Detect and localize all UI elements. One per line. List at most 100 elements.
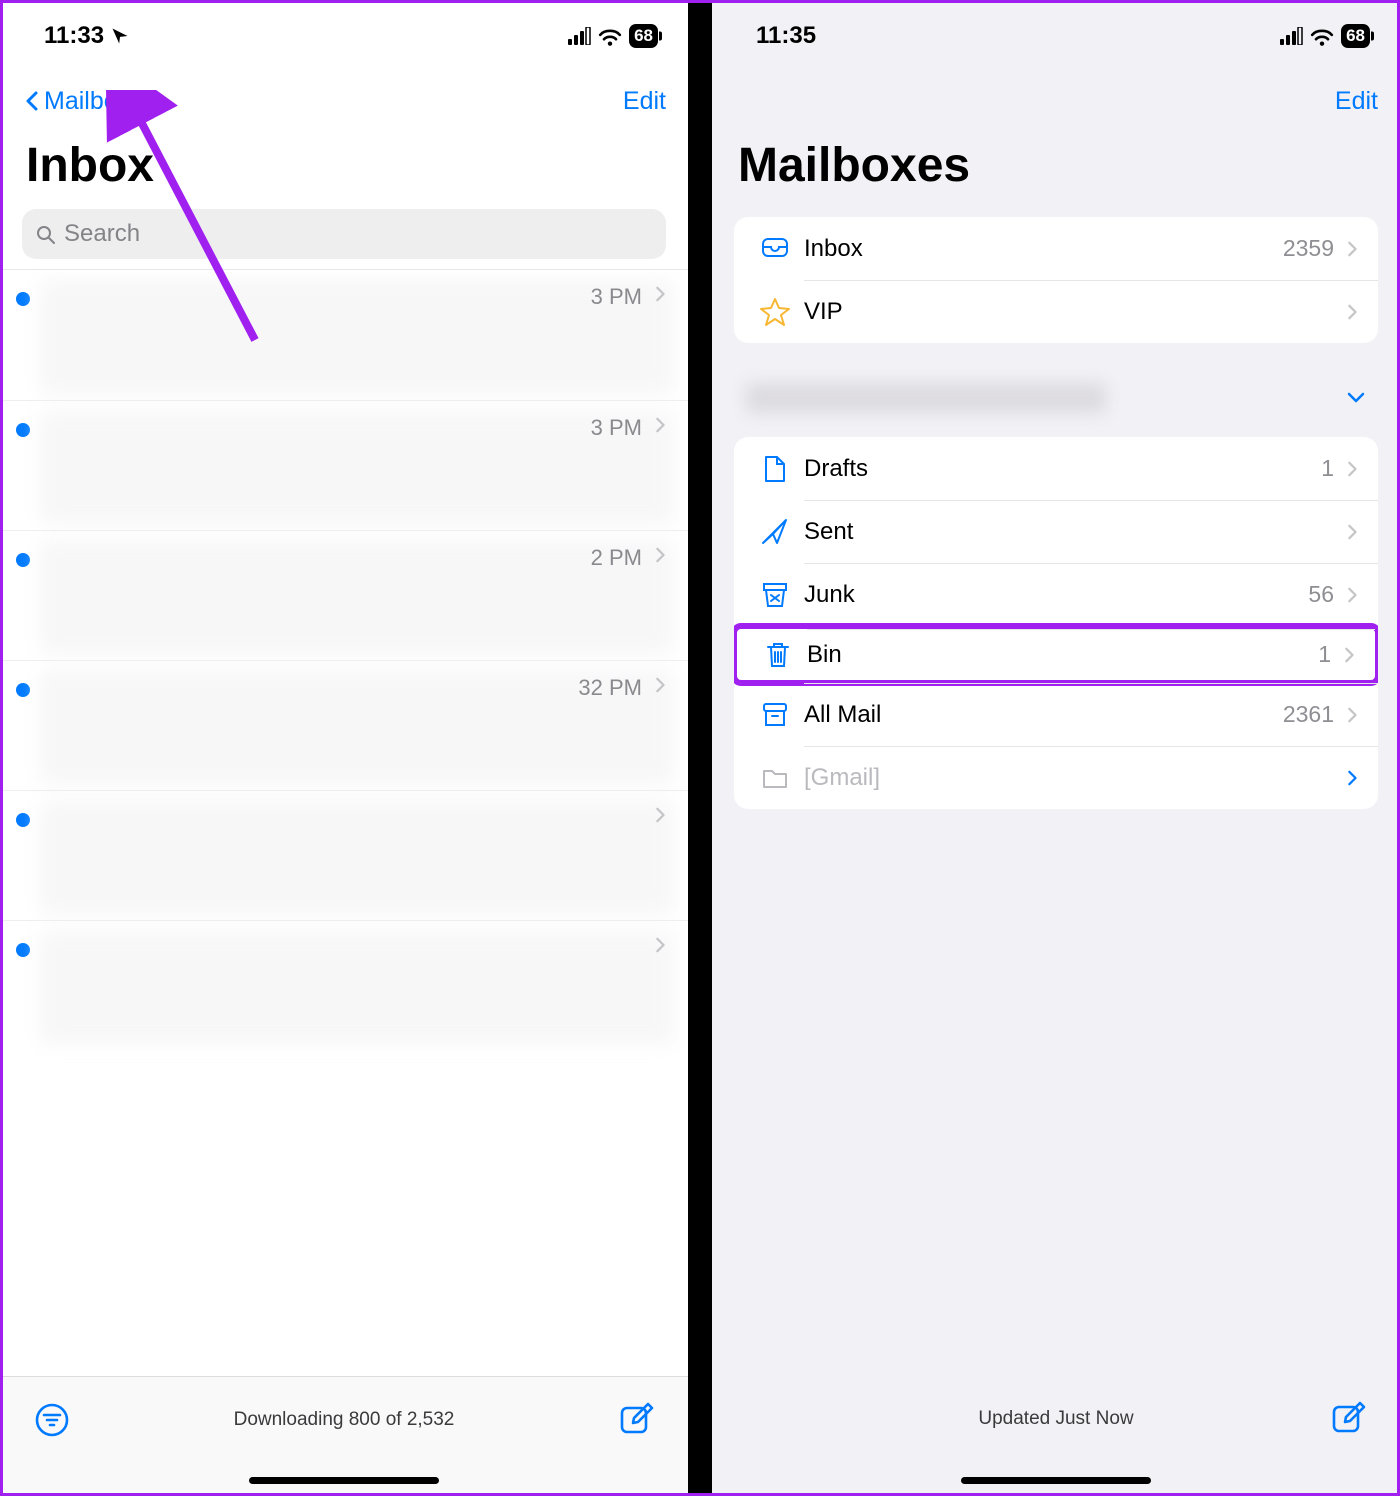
mailbox-label: Inbox — [798, 235, 1283, 263]
inbox-icon — [752, 234, 798, 264]
unread-dot-icon — [16, 292, 30, 306]
mailbox-row-inbox[interactable]: Inbox2359 — [734, 217, 1378, 280]
chevron-right-icon — [652, 675, 668, 695]
mailbox-count: 56 — [1308, 581, 1334, 608]
mailbox-group-top: Inbox2359 VIP — [734, 217, 1378, 343]
mailbox-label: Drafts — [798, 455, 1321, 483]
mailbox-count: 2361 — [1283, 701, 1334, 728]
chevron-right-icon — [652, 805, 668, 825]
account-section-header[interactable] — [746, 381, 1366, 415]
mailbox-label: VIP — [798, 298, 1344, 326]
message-row[interactable]: 2 PM — [0, 530, 688, 660]
unread-dot-icon — [16, 423, 30, 437]
sync-status: Downloading 800 of 2,532 — [74, 1409, 614, 1431]
junk-icon — [752, 580, 798, 610]
chevron-right-icon — [652, 284, 668, 304]
compose-button[interactable] — [1326, 1397, 1370, 1441]
chevron-down-icon — [1346, 388, 1366, 408]
chevron-right-icon — [1344, 459, 1360, 479]
home-indicator[interactable] — [961, 1477, 1151, 1484]
home-indicator[interactable] — [249, 1477, 439, 1484]
filter-button[interactable] — [30, 1398, 74, 1442]
search-icon — [34, 223, 56, 245]
battery-indicator: 68 — [1341, 24, 1370, 48]
message-time: 3 PM — [591, 284, 642, 310]
chevron-right-icon — [1344, 522, 1360, 542]
mailbox-row-sent[interactable]: Sent — [734, 500, 1378, 563]
chevron-right-icon — [1344, 585, 1360, 605]
mailbox-row-junk[interactable]: Junk56 — [734, 563, 1378, 626]
chevron-right-icon — [652, 935, 668, 955]
message-row[interactable] — [0, 920, 688, 1050]
edit-button[interactable]: Edit — [623, 87, 666, 116]
message-redacted — [40, 541, 674, 654]
mailbox-row-vip[interactable]: VIP — [734, 280, 1378, 343]
mailbox-label: All Mail — [798, 701, 1283, 729]
screenshot-divider — [688, 0, 712, 1496]
chevron-right-icon — [1344, 768, 1360, 788]
message-row[interactable]: 3 PM — [0, 270, 688, 400]
star-icon — [752, 297, 798, 327]
edit-button[interactable]: Edit — [1335, 87, 1378, 116]
mailbox-count: 1 — [1321, 455, 1334, 482]
status-bar: 11:33 68 — [0, 0, 688, 72]
status-bar: 11:35 68 — [712, 0, 1400, 72]
trash-icon — [755, 640, 801, 670]
message-redacted — [40, 931, 674, 1044]
status-time: 11:33 — [44, 22, 104, 50]
page-title: Mailboxes — [712, 130, 1400, 203]
unread-dot-icon — [16, 813, 30, 827]
unread-dot-icon — [16, 683, 30, 697]
chevron-right-icon — [652, 415, 668, 435]
chevron-left-icon — [22, 89, 42, 113]
message-row[interactable]: 32 PM — [0, 660, 688, 790]
signal-icon — [567, 27, 591, 45]
mailbox-row-all-mail[interactable]: All Mail2361 — [734, 683, 1378, 746]
compose-button[interactable] — [614, 1398, 658, 1442]
inbox-screen: 11:33 68 Mailboxes Edit Inbox Search 3 P… — [0, 0, 688, 1496]
unread-dot-icon — [16, 943, 30, 957]
message-time: 32 PM — [578, 675, 642, 701]
location-icon — [110, 26, 130, 46]
back-mailboxes-button[interactable]: Mailboxes — [22, 87, 157, 116]
send-icon — [752, 517, 798, 547]
chevron-right-icon — [1344, 302, 1360, 322]
chevron-right-icon — [1344, 239, 1360, 259]
mailbox-group-account: Drafts1SentJunk56Bin1All Mail2361[Gmail] — [734, 437, 1378, 809]
mailbox-label: Junk — [798, 581, 1308, 609]
mailbox-count: 2359 — [1283, 235, 1334, 262]
message-redacted — [40, 280, 674, 394]
message-redacted — [40, 801, 674, 914]
mailbox-count: 1 — [1318, 641, 1331, 668]
chevron-right-icon — [1344, 705, 1360, 725]
message-list[interactable]: 3 PM 3 PM 2 PM 32 PM — [0, 269, 688, 1496]
message-time: 3 PM — [591, 415, 642, 441]
doc-icon — [752, 454, 798, 484]
chevron-right-icon — [652, 545, 668, 565]
chevron-right-icon — [1341, 645, 1357, 665]
mailbox-label: Sent — [798, 518, 1344, 546]
battery-indicator: 68 — [629, 24, 658, 48]
unread-dot-icon — [16, 553, 30, 567]
sync-status: Updated Just Now — [786, 1408, 1326, 1430]
message-time: 2 PM — [591, 545, 642, 571]
back-label: Mailboxes — [44, 87, 157, 116]
mailbox-row--gmail-[interactable]: [Gmail] — [734, 746, 1378, 809]
account-name-redacted — [746, 383, 1106, 413]
message-redacted — [40, 411, 674, 524]
status-time: 11:35 — [756, 22, 816, 50]
folder-icon — [752, 763, 798, 793]
mailbox-label: Bin — [801, 641, 1318, 669]
mailboxes-screen: 11:35 68 Edit Mailboxes Inbox2359 VIP Dra… — [712, 0, 1400, 1496]
message-row[interactable]: 3 PM — [0, 400, 688, 530]
search-input[interactable]: Search — [22, 209, 666, 259]
mailbox-row-bin[interactable]: Bin1 — [734, 623, 1378, 686]
mailbox-label: [Gmail] — [798, 764, 1344, 792]
archive-icon — [752, 700, 798, 730]
search-placeholder: Search — [64, 220, 140, 248]
message-row[interactable] — [0, 790, 688, 920]
page-title: Inbox — [0, 130, 688, 203]
signal-icon — [1279, 27, 1303, 45]
mailbox-row-drafts[interactable]: Drafts1 — [734, 437, 1378, 500]
wifi-icon — [1310, 26, 1334, 46]
